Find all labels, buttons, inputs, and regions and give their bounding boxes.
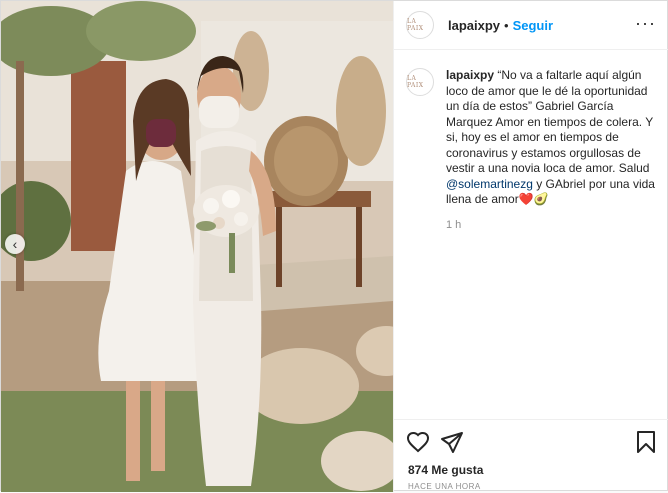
posted-time: HACE UNA HORA: [408, 482, 481, 491]
carousel-prev-icon[interactable]: ‹: [5, 234, 25, 254]
action-icons: [406, 430, 658, 454]
post-sidebar: LA PAIX lapaixpy • Seguir ··· LA PAIX la…: [393, 1, 668, 492]
follow-button[interactable]: Seguir: [513, 18, 553, 33]
bookmark-icon[interactable]: [634, 430, 658, 459]
more-options-icon[interactable]: ···: [635, 13, 656, 34]
caption-body: lapaixpy “No va a faltarle aquí algún lo…: [446, 68, 658, 233]
heart-icon[interactable]: [406, 430, 430, 459]
username-link[interactable]: lapaixpy: [448, 18, 500, 33]
caption-emoji: ❤️🥑: [518, 192, 549, 206]
caption-username[interactable]: lapaixpy: [446, 68, 494, 82]
action-bar: 874 Me gusta HACE UNA HORA: [394, 419, 668, 493]
caption-avatar[interactable]: LA PAIX: [406, 68, 434, 96]
caption-text: “No va a faltarle aquí algún loco de amo…: [446, 68, 653, 175]
likes-count[interactable]: 874 Me gusta: [408, 463, 483, 477]
avatar[interactable]: LA PAIX: [406, 11, 434, 39]
caption-time: 1 h: [446, 218, 462, 231]
instagram-post: ‹ LA PAIX lapaixpy • Seguir ··· LA PAIX …: [0, 0, 668, 492]
wedding-photo-image: [1, 1, 393, 492]
post-photo[interactable]: ‹: [1, 1, 393, 492]
post-header: LA PAIX lapaixpy • Seguir ···: [394, 1, 668, 50]
separator-dot: •: [504, 17, 509, 33]
caption: LA PAIX lapaixpy “No va a faltarle aquí …: [394, 50, 668, 233]
share-icon[interactable]: [440, 430, 464, 459]
caption-mention[interactable]: @solemartinezg: [446, 177, 533, 191]
